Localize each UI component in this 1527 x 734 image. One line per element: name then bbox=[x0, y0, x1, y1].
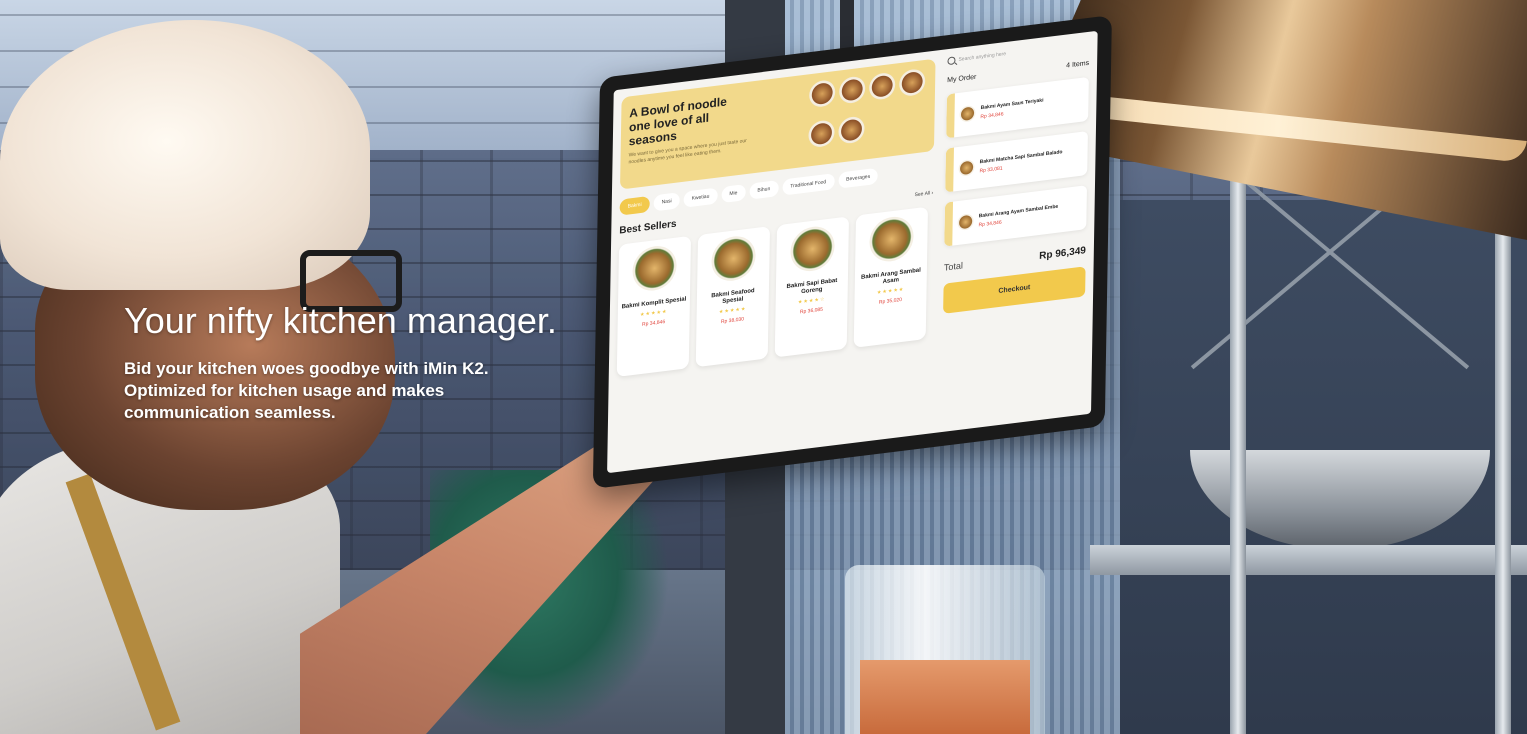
see-all-label: See All bbox=[914, 189, 931, 198]
order-item[interactable]: Bakmi Matcha Sapi Sambal Balado Rp 33,08… bbox=[945, 130, 1088, 193]
category-tab-traditional-food[interactable]: Traditional Food bbox=[782, 173, 835, 196]
product-image bbox=[632, 243, 677, 294]
hero-description: Bid your kitchen woes goodbye with iMin … bbox=[124, 358, 594, 424]
product-image bbox=[711, 233, 756, 284]
category-tab-nasi[interactable]: Nasi bbox=[653, 192, 680, 212]
star-rating: ★★★★☆ bbox=[797, 296, 826, 306]
product-list: Bakmi Komplit Spesial ★★★★★ Rp 34,846 Ba… bbox=[616, 206, 933, 377]
product-price: Rp 38,030 bbox=[720, 316, 745, 326]
order-item[interactable]: Bakmi Ayam Saus Teriyaki Rp 34,846 bbox=[946, 76, 1089, 139]
menu-pane: A Bowl of noodle one love of all seasons… bbox=[607, 50, 944, 473]
product-name: Bakmi Sapi Babat Goreng bbox=[786, 277, 838, 296]
steel-shelf bbox=[1090, 545, 1527, 575]
hero-description-line: Bid your kitchen woes goodbye with iMin … bbox=[124, 359, 489, 378]
total-label: Total bbox=[943, 260, 963, 273]
category-tab-bihun[interactable]: Bihun bbox=[749, 180, 779, 200]
noodle-bowl-image bbox=[898, 67, 926, 98]
product-name: Bakmi Arang Sambal Asam bbox=[860, 267, 921, 286]
product-name: Bakmi Seafood Spesial bbox=[711, 287, 755, 305]
noodle-bowl-image bbox=[808, 79, 836, 109]
hero-description-line: Optimized for kitchen usage and makes bbox=[124, 381, 445, 400]
product-price: Rp 35,020 bbox=[878, 296, 903, 306]
product-price: Rp 34,846 bbox=[641, 319, 666, 328]
order-pane: Search anything here My Order 4 Items Ba… bbox=[937, 31, 1098, 433]
category-tab-kwetiau[interactable]: Kwetiau bbox=[683, 187, 718, 208]
product-card[interactable]: Bakmi Seafood Spesial ★★★★★ Rp 38,030 bbox=[695, 226, 771, 368]
hero-text-block: Your nifty kitchen manager. Bid your kit… bbox=[124, 298, 594, 424]
checkout-button[interactable]: Checkout bbox=[943, 266, 1086, 314]
product-price: Rp 36,085 bbox=[799, 306, 824, 316]
order-item-image bbox=[959, 104, 976, 123]
hero-description-line: communication seamless. bbox=[124, 403, 336, 422]
jug-juice bbox=[860, 660, 1030, 734]
order-item[interactable]: Bakmi Arang Ayam Sambal Embe Rp 34,846 bbox=[944, 185, 1088, 247]
best-sellers-title: Best Sellers bbox=[619, 218, 677, 237]
order-item-count: 4 Items bbox=[1066, 59, 1090, 70]
product-image bbox=[869, 214, 914, 264]
category-tab-mie[interactable]: Mie bbox=[721, 184, 746, 204]
order-item-image bbox=[958, 158, 975, 177]
order-item-image bbox=[957, 213, 974, 232]
star-rating: ★★★★★ bbox=[639, 308, 668, 319]
product-card[interactable]: Bakmi Komplit Spesial ★★★★★ Rp 34,846 bbox=[616, 235, 692, 377]
order-item-accent bbox=[944, 201, 954, 247]
noodle-bowl-image bbox=[808, 119, 835, 149]
see-all-link[interactable]: See All › bbox=[915, 190, 934, 198]
order-item-accent bbox=[946, 93, 955, 139]
noodle-bowl-image bbox=[868, 71, 896, 101]
product-image bbox=[790, 224, 835, 274]
chevron-right-icon: › bbox=[931, 189, 934, 196]
order-title: My Order bbox=[947, 73, 977, 85]
star-rating: ★★★★★ bbox=[718, 306, 747, 316]
total-value: Rp 96,349 bbox=[1039, 245, 1086, 262]
category-tab-bakmi[interactable]: Bakmi bbox=[619, 195, 650, 216]
tablet-screen: A Bowl of noodle one love of all seasons… bbox=[607, 30, 1098, 474]
hero-title: Your nifty kitchen manager. bbox=[124, 300, 557, 341]
product-card[interactable]: Bakmi Sapi Babat Goreng ★★★★☆ Rp 36,085 bbox=[774, 216, 850, 358]
noodle-bowl-image bbox=[838, 115, 865, 145]
product-card[interactable]: Bakmi Arang Sambal Asam ★★★★★ Rp 35,020 bbox=[853, 206, 929, 348]
tablet-device: A Bowl of noodle one love of all seasons… bbox=[592, 14, 1112, 489]
category-tab-beverages[interactable]: Beverages bbox=[838, 167, 879, 189]
star-rating: ★★★★★ bbox=[876, 286, 905, 296]
search-placeholder: Search anything here bbox=[958, 51, 1007, 63]
order-item-accent bbox=[945, 147, 954, 193]
noodle-bowl-image bbox=[838, 75, 866, 105]
banner-bowls-image bbox=[808, 67, 929, 158]
search-icon bbox=[947, 56, 956, 66]
